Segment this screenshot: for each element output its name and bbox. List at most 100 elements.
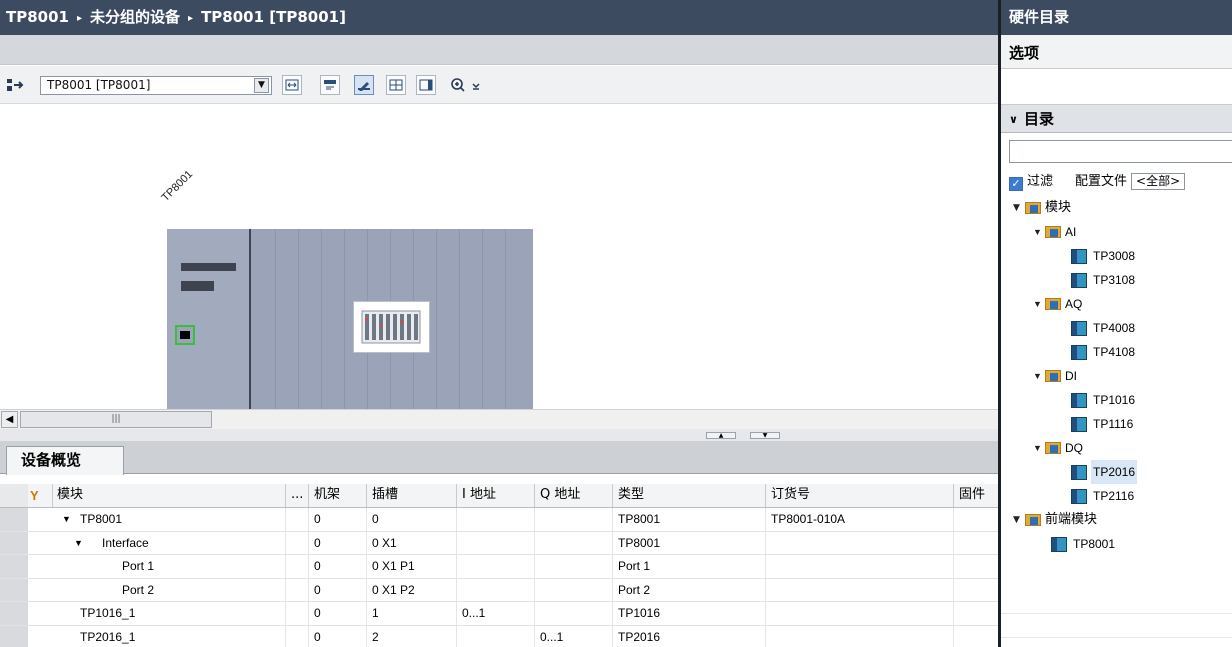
draw-mode-button[interactable] <box>354 75 374 95</box>
panel-splitter[interactable]: ▲ ▼ <box>0 429 998 441</box>
tree-item[interactable]: TP1016 <box>1001 388 1232 412</box>
cell-module[interactable]: Port 2 <box>52 579 285 602</box>
device-canvas[interactable]: TP8001 <box>0 104 998 409</box>
profile-select[interactable]: <全部> <box>1131 173 1186 190</box>
header-dots[interactable]: ... <box>285 484 308 507</box>
collapse-up-icon[interactable]: ▲ <box>706 432 736 439</box>
tree-item[interactable]: TP4108 <box>1001 340 1232 364</box>
tree-folder[interactable]: ▼ DI <box>1001 364 1232 388</box>
tree-expand-icon[interactable]: ▼ <box>1033 436 1042 460</box>
filter-row: ✓ 过滤 配置文件 <全部> <box>1009 173 1232 191</box>
tree-expand-icon[interactable]: ▼ <box>1033 292 1042 316</box>
tree-item[interactable]: TP2016 <box>1001 460 1232 484</box>
row-selector[interactable] <box>0 508 28 531</box>
cell-q-address[interactable] <box>534 531 612 554</box>
tree-item[interactable]: TP2116 <box>1001 484 1232 508</box>
expand-toggle-icon[interactable]: ▼ <box>62 508 71 530</box>
chevron-down-icon[interactable]: ∨ <box>1009 113 1018 126</box>
filter-checkbox[interactable]: ✓ <box>1009 177 1023 191</box>
cell-q-address[interactable] <box>534 578 612 601</box>
expand-toggle-icon[interactable]: ▼ <box>74 532 83 554</box>
cell-i-address[interactable] <box>456 625 534 647</box>
cell-module[interactable]: ▼ TP8001 <box>52 508 285 531</box>
cell-i-address[interactable]: 0...1 <box>456 602 534 625</box>
tab-device-overview[interactable]: 设备概览 <box>6 446 124 475</box>
breadcrumb-item-device[interactable]: TP8001 [TP8001] <box>201 8 346 26</box>
table-row[interactable]: ▼ Interface 0 0 X1 TP8001 <box>0 531 998 555</box>
dropdown-icon[interactable]: ▼ <box>254 78 269 93</box>
tree-expand-icon[interactable]: ▼ <box>1013 196 1020 220</box>
table-row[interactable]: ▼ TP8001 0 0 TP8001 TP8001-010A <box>0 508 998 532</box>
horizontal-scrollbar[interactable]: ◀ ||| <box>0 409 998 429</box>
cell-module[interactable]: TP2016_1 <box>52 626 285 647</box>
cell-q-address[interactable] <box>534 508 612 531</box>
header-module[interactable]: 模块 <box>52 484 285 507</box>
catalog-search-input[interactable] <box>1009 140 1232 163</box>
show-names-button[interactable] <box>320 75 340 95</box>
breadcrumb-separator-icon: ▸ <box>76 13 83 24</box>
grid-button[interactable] <box>386 75 406 95</box>
cell-q-address[interactable]: 0...1 <box>534 625 612 647</box>
header-q-address[interactable]: Q 地址 <box>534 484 612 507</box>
device-rack[interactable] <box>167 229 533 409</box>
cell-i-address[interactable] <box>456 578 534 601</box>
scroll-left-icon[interactable]: ◀ <box>1 411 18 428</box>
io-module-image[interactable] <box>353 301 430 353</box>
tree-item[interactable]: TP8001 <box>1001 532 1232 556</box>
tree-item[interactable]: TP3008 <box>1001 244 1232 268</box>
header-order-number[interactable]: 订货号 <box>765 484 953 507</box>
catalog-section-header[interactable]: ∨ 目录 <box>1001 105 1232 133</box>
row-selector[interactable] <box>0 531 28 554</box>
tree-item[interactable]: TP4008 <box>1001 316 1232 340</box>
tree-expand-icon[interactable]: ▼ <box>1033 364 1042 388</box>
ethernet-port-icon[interactable] <box>175 325 195 345</box>
header-firmware[interactable]: 固件 <box>953 484 998 507</box>
breadcrumb-item-group[interactable]: 未分组的设备 <box>90 8 180 26</box>
cell-i-address[interactable] <box>456 531 534 554</box>
cell-q-address[interactable] <box>534 555 612 578</box>
row-selector[interactable] <box>0 578 28 601</box>
overview-tabbar: 设备概览 <box>0 441 998 475</box>
cell-module[interactable]: Port 1 <box>52 555 285 578</box>
row-selector[interactable] <box>0 555 28 578</box>
row-selector[interactable] <box>0 602 28 625</box>
tree-folder[interactable]: ▼ AI <box>1001 220 1232 244</box>
cell-q-address[interactable] <box>534 602 612 625</box>
row-selector[interactable] <box>0 625 28 647</box>
options-section <box>1001 69 1232 105</box>
tree-expand-icon[interactable]: ▼ <box>1033 220 1042 244</box>
head-module[interactable] <box>167 229 251 409</box>
cell-i-address[interactable] <box>456 508 534 531</box>
breadcrumb-item-project[interactable]: TP8001 <box>6 8 69 26</box>
tree-folder[interactable]: ▼ AQ <box>1001 292 1232 316</box>
panel-button[interactable] <box>416 75 436 95</box>
device-select[interactable]: TP8001 [TP8001] ▼ <box>40 76 272 95</box>
table-row[interactable]: TP1016_1 0 1 0...1 TP1016 <box>0 602 998 626</box>
cell-rack: 0 <box>308 508 366 531</box>
zoom-dropdown-icon[interactable] <box>470 77 482 93</box>
header-i-address[interactable]: I 地址 <box>456 484 534 507</box>
table-row[interactable]: Port 1 00 X1 P1 Port 1 <box>0 555 998 579</box>
table-row[interactable]: TP2016_1 0 2 0...1 TP2016 <box>0 625 998 647</box>
module-name: Port 1 <box>122 559 155 573</box>
header-slot[interactable]: 插槽 <box>366 484 456 507</box>
tree-folder[interactable]: ▼ DQ <box>1001 436 1232 460</box>
collapse-down-icon[interactable]: ▼ <box>750 432 780 439</box>
cell-module[interactable]: TP1016_1 <box>52 602 285 625</box>
cell-module[interactable]: ▼ Interface <box>52 532 285 555</box>
tree-item[interactable]: TP1116 <box>1001 412 1232 436</box>
scroll-thumb[interactable]: ||| <box>20 411 212 428</box>
tree-folder[interactable]: ▼ 前端模块 <box>1001 508 1232 532</box>
cell-i-address[interactable] <box>456 555 534 578</box>
options-section-header[interactable]: 选项 <box>1001 35 1232 69</box>
filter-icon[interactable]: Y <box>30 488 39 503</box>
tree-folder[interactable]: ▼ 模块 <box>1001 196 1232 220</box>
tree-expand-icon[interactable]: ▼ <box>1013 508 1020 532</box>
device-network-icon[interactable] <box>6 77 24 93</box>
zoom-icon[interactable] <box>450 77 468 93</box>
header-rack[interactable]: 机架 <box>308 484 366 507</box>
tree-item[interactable]: TP3108 <box>1001 268 1232 292</box>
table-row[interactable]: Port 2 00 X1 P2 Port 2 <box>0 578 998 602</box>
fit-view-button[interactable] <box>282 75 302 95</box>
header-type[interactable]: 类型 <box>612 484 765 507</box>
